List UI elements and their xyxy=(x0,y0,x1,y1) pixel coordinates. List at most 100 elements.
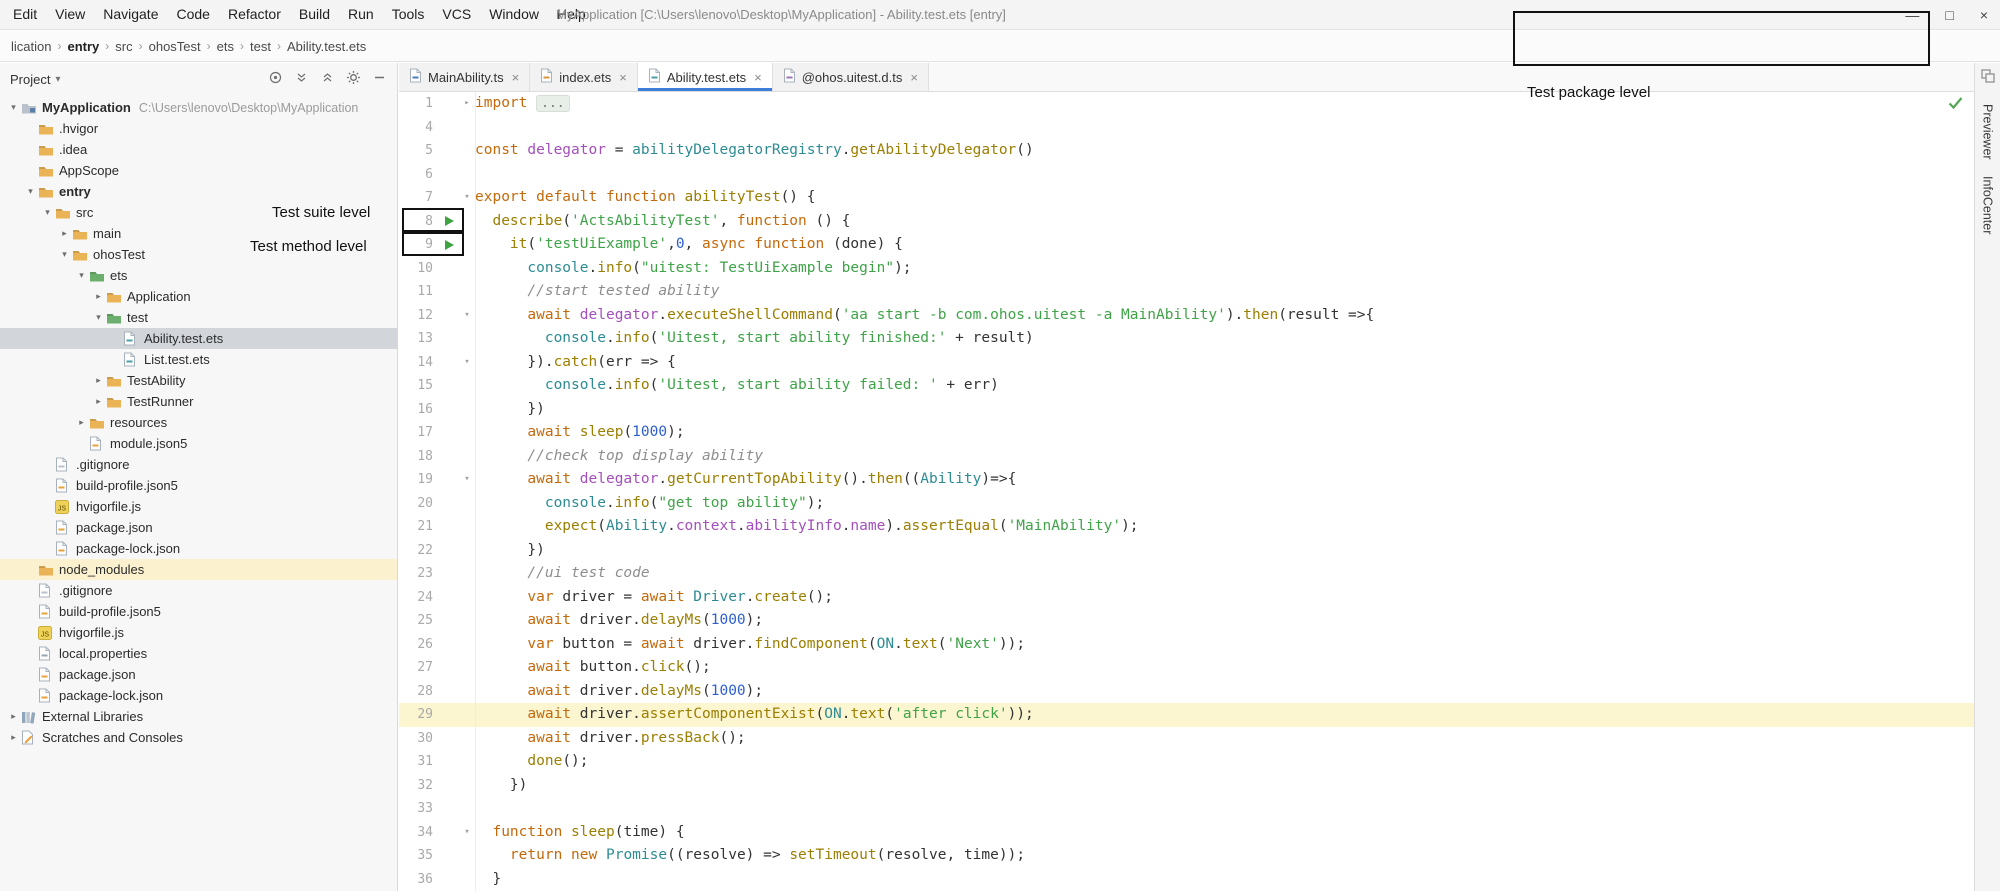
tree-item-local-properties[interactable]: local.properties xyxy=(0,643,397,664)
breadcrumb-item-ohostest[interactable]: ohosTest xyxy=(146,39,204,54)
code-line[interactable]: 27 await button.click(); xyxy=(399,656,1974,680)
tree-item-build-profile-json5[interactable]: build-profile.json5 xyxy=(0,475,397,496)
code-line[interactable]: 5const delegator = abilityDelegatorRegis… xyxy=(399,139,1974,163)
code-line[interactable]: 23 //ui test code xyxy=(399,562,1974,586)
chevron-right-icon[interactable]: ▸ xyxy=(91,375,106,386)
tree-item-hvigor[interactable]: .hvigor xyxy=(0,118,397,139)
tree-item-package-lock-json[interactable]: package-lock.json xyxy=(0,685,397,706)
hide-panel-icon[interactable] xyxy=(372,70,387,88)
menu-code[interactable]: Code xyxy=(167,0,218,29)
inspection-ok-icon[interactable] xyxy=(1948,96,1963,115)
code-line[interactable]: 16 }) xyxy=(399,398,1974,422)
close-tab-icon[interactable]: × xyxy=(910,70,918,85)
tree-item-hvigorfile-js[interactable]: JShvigorfile.js xyxy=(0,496,397,517)
expand-all-icon[interactable] xyxy=(294,70,309,88)
menu-refactor[interactable]: Refactor xyxy=(219,0,290,29)
tree-item-package-json[interactable]: package.json xyxy=(0,517,397,538)
menu-view[interactable]: View xyxy=(46,0,94,29)
code-line[interactable]: 31 done(); xyxy=(399,750,1974,774)
code-line[interactable]: 21 expect(Ability.context.abilityInfo.na… xyxy=(399,515,1974,539)
close-tab-icon[interactable]: × xyxy=(512,70,520,85)
chevron-down-icon[interactable]: ▾ xyxy=(40,207,55,218)
code-line[interactable]: 28 await driver.delayMs(1000); xyxy=(399,680,1974,704)
tree-item-list-test-ets[interactable]: List.test.ets xyxy=(0,349,397,370)
tab-index-ets[interactable]: index.ets× xyxy=(530,63,638,91)
menu-edit[interactable]: Edit xyxy=(4,0,46,29)
code-line[interactable]: 18 //check top display ability xyxy=(399,445,1974,469)
run-test-icon[interactable] xyxy=(439,210,459,234)
tree-item-scratches-and-consoles[interactable]: ▸Scratches and Consoles xyxy=(0,727,397,748)
code-line[interactable]: 17 await sleep(1000); xyxy=(399,421,1974,445)
menu-vcs[interactable]: VCS xyxy=(433,0,480,29)
code-line[interactable]: 25 await driver.delayMs(1000); xyxy=(399,609,1974,633)
tree-item-myapplication[interactable]: ▾MyApplicationC:\Users\lenovo\Desktop\My… xyxy=(0,97,397,118)
code-line[interactable]: 14▾ }).catch(err => { xyxy=(399,351,1974,375)
breadcrumb-item-lication[interactable]: lication xyxy=(8,39,54,54)
fold-marker-icon[interactable]: ▸ xyxy=(459,92,475,116)
menu-navigate[interactable]: Navigate xyxy=(94,0,167,29)
code-line[interactable]: 22 }) xyxy=(399,539,1974,563)
code-line[interactable]: 1▸import ... xyxy=(399,92,1974,116)
code-line[interactable]: 4 xyxy=(399,116,1974,140)
maximize-button[interactable]: □ xyxy=(1945,0,1953,30)
settings-gear-icon[interactable] xyxy=(346,70,361,88)
tab-ohos-uitest-d-ts[interactable]: @ohos.uitest.d.ts× xyxy=(773,63,929,91)
fold-marker-icon[interactable]: ▾ xyxy=(459,304,475,328)
breadcrumb-item-ability-test-ets[interactable]: Ability.test.ets xyxy=(284,39,369,54)
close-button[interactable]: × xyxy=(1980,0,1988,30)
code-line[interactable]: 36 } xyxy=(399,868,1974,891)
tree-item-test[interactable]: ▾test xyxy=(0,307,397,328)
fold-marker-icon[interactable]: ▾ xyxy=(459,186,475,210)
tree-item-build-profile-json5[interactable]: build-profile.json5 xyxy=(0,601,397,622)
fold-marker-icon[interactable]: ▾ xyxy=(459,821,475,845)
tree-item-gitignore[interactable]: .gitignore xyxy=(0,454,397,475)
tree-item-module-json5[interactable]: module.json5 xyxy=(0,433,397,454)
tree-item-hvigorfile-js[interactable]: JShvigorfile.js xyxy=(0,622,397,643)
breadcrumb-item-src[interactable]: src xyxy=(112,39,135,54)
close-tab-icon[interactable]: × xyxy=(619,70,627,85)
tree-item-package-json[interactable]: package.json xyxy=(0,664,397,685)
chevron-down-icon[interactable]: ▾ xyxy=(23,186,38,197)
locate-file-icon[interactable] xyxy=(268,70,283,88)
fold-marker-icon[interactable]: ▾ xyxy=(459,468,475,492)
code-line[interactable]: 34▾ function sleep(time) { xyxy=(399,821,1974,845)
code-line[interactable]: 33 xyxy=(399,797,1974,821)
tree-item-ability-test-ets[interactable]: Ability.test.ets xyxy=(0,328,397,349)
fold-marker-icon[interactable]: ▾ xyxy=(459,351,475,375)
breadcrumb-item-test[interactable]: test xyxy=(247,39,274,54)
tree-item-resources[interactable]: ▸resources xyxy=(0,412,397,433)
code-line[interactable]: 10 console.info("uitest: TestUiExample b… xyxy=(399,257,1974,281)
run-test-icon[interactable] xyxy=(439,233,459,257)
code-line[interactable]: 19▾ await delegator.getCurrentTopAbility… xyxy=(399,468,1974,492)
editor[interactable]: 1▸import ...45const delegator = abilityD… xyxy=(399,92,1974,891)
code-line[interactable]: 29 await driver.assertComponentExist(ON.… xyxy=(399,703,1974,727)
project-view-dropdown[interactable]: Project ▾ xyxy=(10,72,61,87)
code-line[interactable]: 30 await driver.pressBack(); xyxy=(399,727,1974,751)
tool-windows-icon[interactable] xyxy=(1981,69,1995,88)
chevron-right-icon[interactable]: ▸ xyxy=(91,291,106,302)
code-line[interactable]: 26 var button = await driver.findCompone… xyxy=(399,633,1974,657)
code-line[interactable]: 12▾ await delegator.executeShellCommand(… xyxy=(399,304,1974,328)
minimize-button[interactable]: — xyxy=(1905,0,1919,30)
tool-button-previewer[interactable]: Previewer xyxy=(1981,104,1995,160)
tree-item-testability[interactable]: ▸TestAbility xyxy=(0,370,397,391)
chevron-right-icon[interactable]: ▸ xyxy=(57,228,72,239)
close-tab-icon[interactable]: × xyxy=(754,70,762,85)
chevron-down-icon[interactable]: ▾ xyxy=(91,312,106,323)
menu-run[interactable]: Run xyxy=(339,0,383,29)
chevron-right-icon[interactable]: ▸ xyxy=(6,711,21,722)
tree-item-external-libraries[interactable]: ▸External Libraries xyxy=(0,706,397,727)
code-line[interactable]: 35 return new Promise((resolve) => setTi… xyxy=(399,844,1974,868)
collapse-all-icon[interactable] xyxy=(320,70,335,88)
tree-item-entry[interactable]: ▾entry xyxy=(0,181,397,202)
tree-item-gitignore[interactable]: .gitignore xyxy=(0,580,397,601)
tab-mainability-ts[interactable]: MainAbility.ts× xyxy=(399,63,530,91)
chevron-right-icon[interactable]: ▸ xyxy=(91,396,106,407)
chevron-down-icon[interactable]: ▾ xyxy=(57,249,72,260)
tree-item-package-lock-json[interactable]: package-lock.json xyxy=(0,538,397,559)
code-line[interactable]: 9 it('testUiExample',0, async function (… xyxy=(399,233,1974,257)
tree-item-appscope[interactable]: AppScope xyxy=(0,160,397,181)
code-line[interactable]: 15 console.info('Uitest, start ability f… xyxy=(399,374,1974,398)
tree-item-idea[interactable]: .idea xyxy=(0,139,397,160)
tree-item-testrunner[interactable]: ▸TestRunner xyxy=(0,391,397,412)
